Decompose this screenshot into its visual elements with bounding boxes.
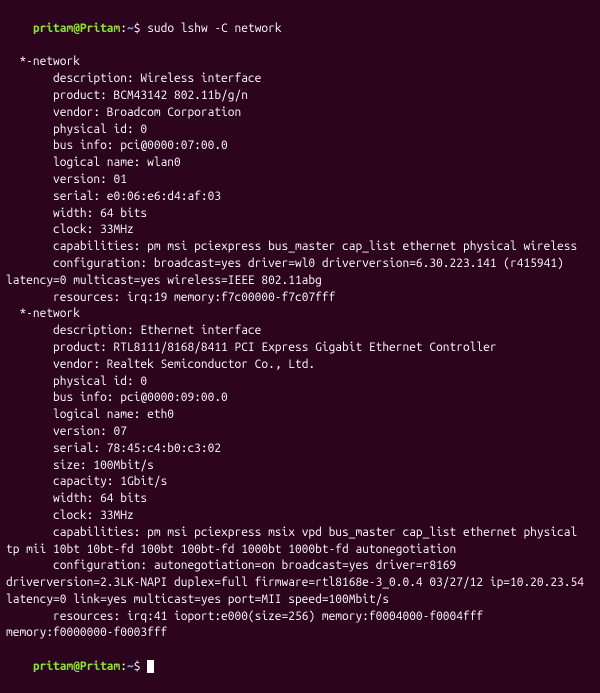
output-line: product: BCM43142 802.11b/g/n <box>6 88 594 105</box>
output-line: vendor: Realtek Semiconductor Co., Ltd. <box>6 357 594 374</box>
output-line: logical name: eth0 <box>6 407 594 424</box>
output-line: serial: 78:45:c4:b0:c3:02 <box>6 441 594 458</box>
output-line: clock: 33MHz <box>6 508 594 525</box>
output-line: bus info: pci@0000:09:00.0 <box>6 390 594 407</box>
prompt-dollar: $ <box>134 660 147 673</box>
prompt-user-host: pritam@Pritam <box>33 22 120 35</box>
prompt-separator: : <box>120 22 127 35</box>
output-line: configuration: autonegotiation=on broadc… <box>6 558 594 608</box>
output-line: vendor: Broadcom Corporation <box>6 105 594 122</box>
output-line: capabilities: pm msi pciexpress msix vpd… <box>6 525 594 559</box>
command-text: sudo lshw -C network <box>147 22 281 35</box>
prompt-path: ~ <box>127 660 134 673</box>
prompt-dollar: $ <box>134 22 147 35</box>
output-line: resources: irq:19 memory:f7c00000-f7c07f… <box>6 290 594 307</box>
output-line: physical id: 0 <box>6 122 594 139</box>
prompt-user-host: pritam@Pritam <box>33 660 120 673</box>
output-line: configuration: broadcast=yes driver=wl0 … <box>6 256 594 290</box>
output-line: product: RTL8111/8168/8411 PCI Express G… <box>6 340 594 357</box>
output-line: capacity: 1Gbit/s <box>6 474 594 491</box>
output-line: size: 100Mbit/s <box>6 458 594 475</box>
output-line: version: 01 <box>6 172 594 189</box>
output-line: description: Wireless interface <box>6 71 594 88</box>
prompt-line-2: pritam@Pritam:~$ <box>6 642 594 692</box>
prompt-separator: : <box>120 660 127 673</box>
prompt-path: ~ <box>127 22 134 35</box>
output-line: physical id: 0 <box>6 374 594 391</box>
output-line: serial: e0:06:e6:d4:af:03 <box>6 189 594 206</box>
output-line: width: 64 bits <box>6 491 594 508</box>
terminal-cursor[interactable] <box>147 660 154 673</box>
output-line: width: 64 bits <box>6 206 594 223</box>
output-line: *-network <box>6 54 594 71</box>
output-line: clock: 33MHz <box>6 222 594 239</box>
output-line: logical name: wlan0 <box>6 155 594 172</box>
output-line: *-network <box>6 306 594 323</box>
terminal-window[interactable]: pritam@Pritam:~$ sudo lshw -C network *-… <box>6 4 594 693</box>
output-line: resources: irq:41 ioport:e000(size=256) … <box>6 609 594 643</box>
output-line: description: Ethernet interface <box>6 323 594 340</box>
output-line: capabilities: pm msi pciexpress bus_mast… <box>6 239 594 256</box>
output-line: version: 07 <box>6 424 594 441</box>
prompt-line-1: pritam@Pritam:~$ sudo lshw -C network <box>6 4 594 54</box>
output-line: bus info: pci@0000:07:00.0 <box>6 138 594 155</box>
